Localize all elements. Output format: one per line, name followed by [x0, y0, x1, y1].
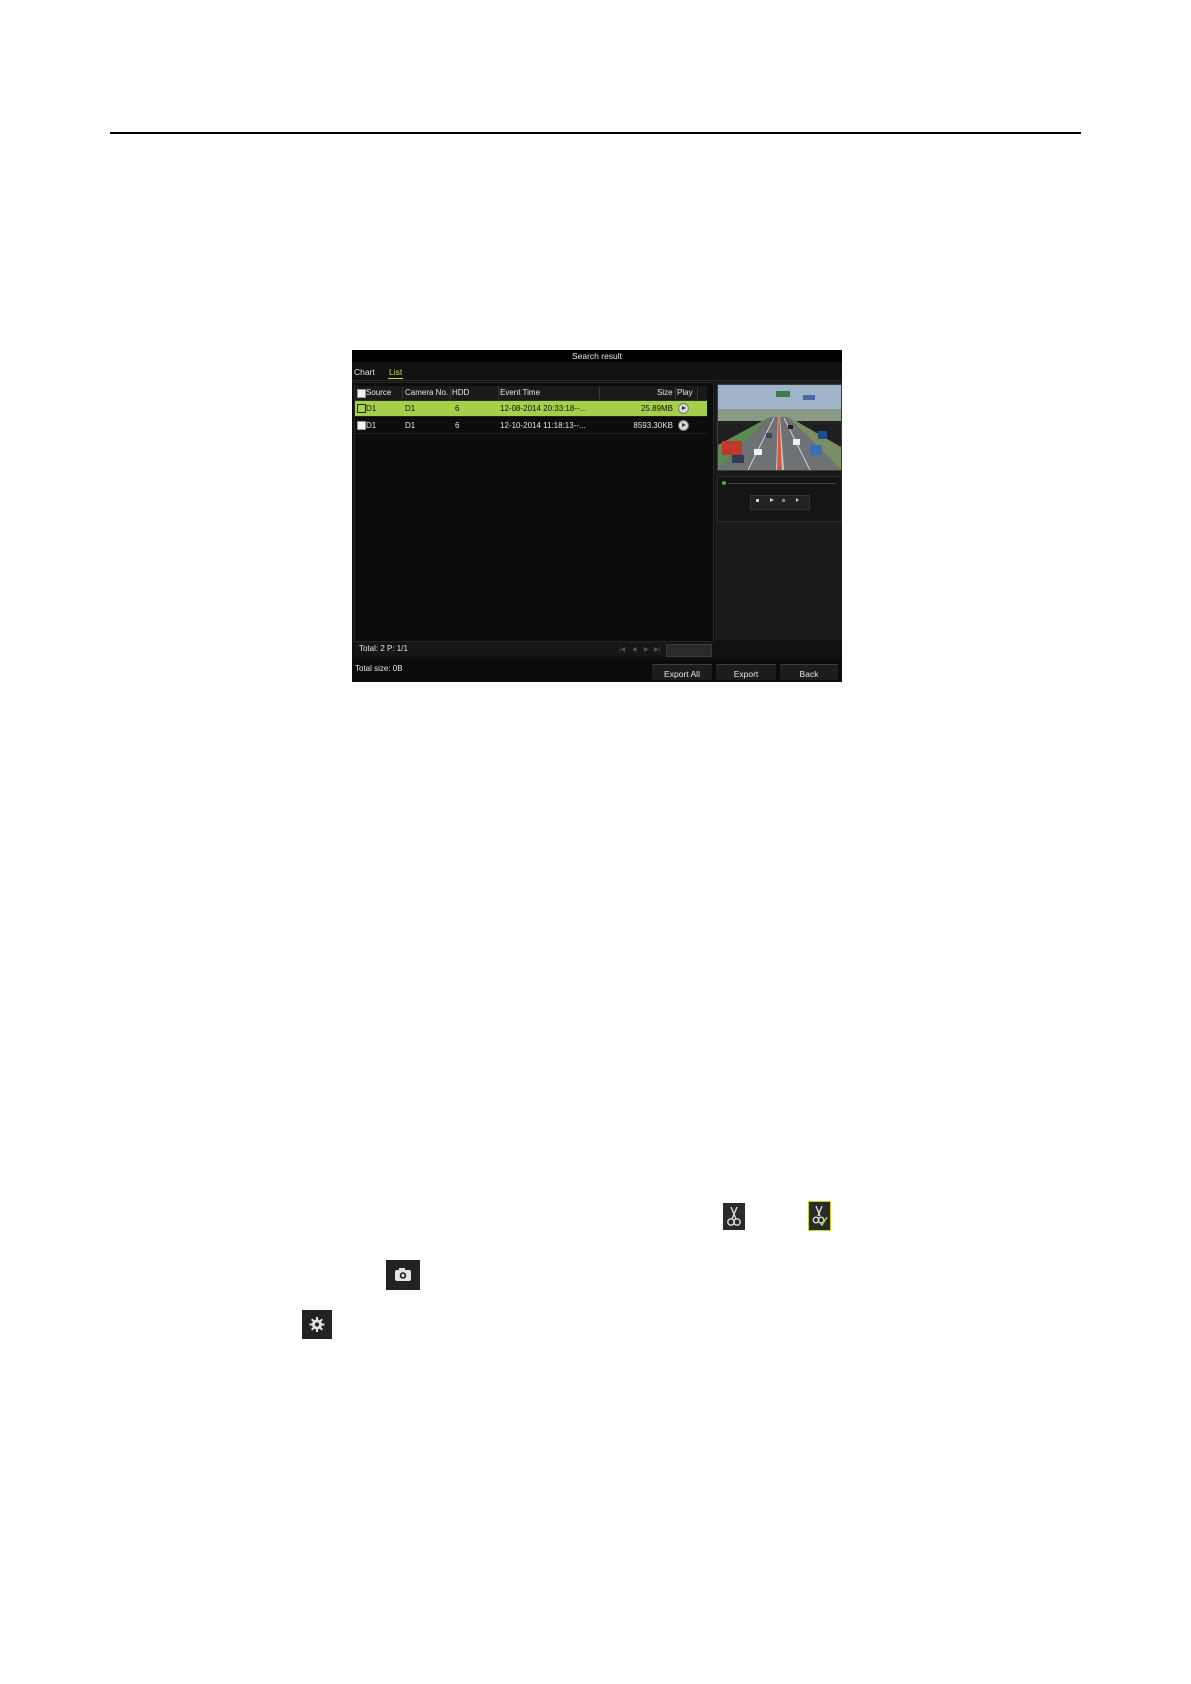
tab-list[interactable]: List: [389, 366, 402, 378]
total-count: Total: 2 P: 1/1: [359, 644, 408, 653]
column-divider: [498, 387, 499, 399]
export-button[interactable]: Export: [716, 664, 776, 680]
header-event-time[interactable]: Event Time: [500, 386, 540, 400]
table-header: Source Camera No. HDD Event Time Size Pl…: [355, 386, 707, 401]
pause-icon[interactable]: [782, 499, 785, 502]
cell-camera: D1: [405, 404, 416, 413]
cell-event-time: 12-10-2014 11:18:13--...: [500, 421, 586, 430]
highway-preview-image: [718, 385, 841, 470]
column-divider: [697, 387, 698, 399]
camera-icon: [386, 1260, 420, 1290]
cell-hdd: 6: [455, 404, 460, 413]
play-icon[interactable]: [678, 403, 689, 414]
tab-divider: [352, 380, 842, 381]
play-icon[interactable]: [770, 498, 774, 502]
search-result-window: Search result Chart List Source Camera N…: [352, 350, 842, 682]
cell-camera: D1: [405, 421, 416, 430]
select-all-checkbox[interactable]: [357, 389, 366, 398]
scissors-icon: [723, 1203, 745, 1230]
play-icon[interactable]: [678, 420, 689, 431]
table-row[interactable]: D1 D1 6 12-08-2014 20:33:18--... 25.89MB: [355, 401, 707, 417]
page-number-input[interactable]: [666, 644, 712, 657]
prev-page-icon[interactable]: ◀: [632, 646, 637, 653]
next-page-icon[interactable]: ▶: [644, 646, 649, 653]
gear-icon: [302, 1310, 332, 1339]
first-page-icon[interactable]: |◀: [619, 646, 625, 653]
window-title: Search result: [352, 350, 842, 362]
header-camera-no[interactable]: Camera No.: [405, 386, 448, 400]
last-page-icon[interactable]: ▶|: [654, 646, 660, 653]
header-source[interactable]: Source: [366, 386, 391, 400]
page-header-rule: [110, 132, 1081, 134]
column-divider: [450, 387, 451, 399]
progress-handle[interactable]: [722, 481, 726, 485]
export-all-button[interactable]: Export All: [652, 664, 712, 680]
column-divider: [402, 387, 403, 399]
header-play[interactable]: Play: [677, 386, 693, 400]
progress-track[interactable]: [728, 483, 836, 484]
control-button-group: [750, 495, 810, 510]
back-button[interactable]: Back: [780, 664, 838, 680]
total-size: Total size: 0B: [355, 664, 403, 673]
cell-event-time: 12-08-2014 20:33:18--...: [500, 404, 587, 413]
row-checkbox[interactable]: [357, 421, 366, 430]
tab-chart[interactable]: Chart: [354, 366, 375, 378]
header-size[interactable]: Size: [657, 386, 673, 400]
video-preview[interactable]: [717, 384, 842, 471]
column-divider: [675, 387, 676, 399]
cell-source: D1: [366, 421, 377, 430]
cell-source: D1: [366, 404, 377, 413]
row-checkbox[interactable]: [357, 404, 366, 413]
active-tab-indicator: [388, 378, 403, 379]
column-divider: [599, 387, 600, 399]
cell-size: 8593.30KB: [633, 421, 673, 430]
next-icon[interactable]: [796, 498, 799, 502]
playback-controls: [717, 476, 842, 522]
table-row[interactable]: D1 D1 6 12-10-2014 11:18:13--... 8593.30…: [355, 418, 707, 434]
cell-hdd: 6: [455, 421, 460, 430]
header-hdd[interactable]: HDD: [452, 386, 469, 400]
stop-icon[interactable]: [756, 499, 759, 502]
cell-size: 25.89MB: [640, 404, 673, 413]
scissors-check-icon: [808, 1201, 831, 1231]
